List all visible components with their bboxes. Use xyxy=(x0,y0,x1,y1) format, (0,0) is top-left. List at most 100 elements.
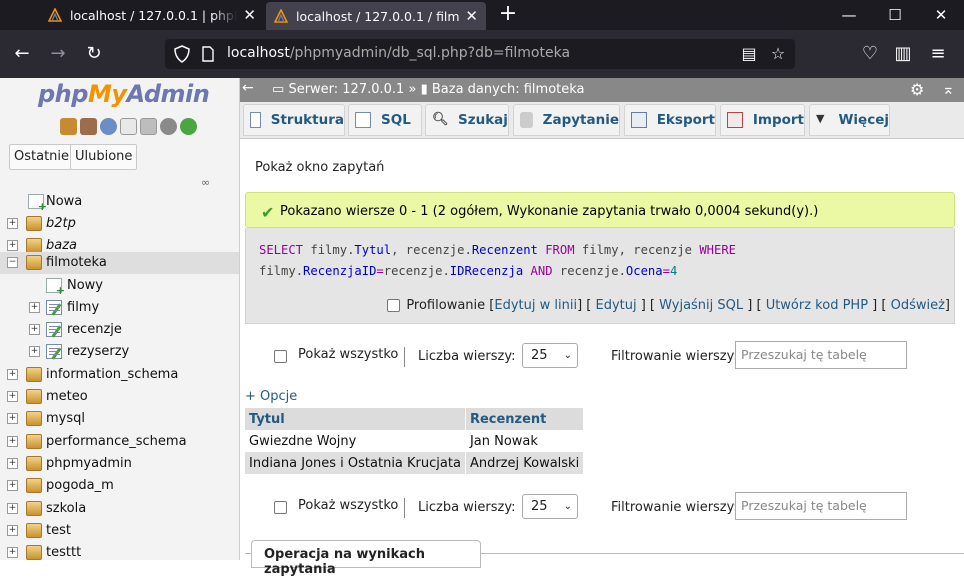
breadcrumb-database[interactable]: Baza danych: filmoteka xyxy=(432,82,585,97)
maximize-icon[interactable]: ☐ xyxy=(872,0,918,30)
expand-icon[interactable]: + xyxy=(7,413,18,424)
page-icon[interactable] xyxy=(201,46,215,62)
expand-icon[interactable]: + xyxy=(7,547,18,558)
recent-tables-button[interactable]: Ostatnie xyxy=(9,144,75,170)
tab-import[interactable]: Import xyxy=(720,104,805,136)
table-row[interactable]: Gwiezdne Wojny Jan Nowak xyxy=(245,430,585,452)
edit-link[interactable]: Edytuj xyxy=(595,298,636,313)
bookmark-star-icon[interactable]: ☆ xyxy=(768,44,788,64)
tree-item-mysql[interactable]: + mysql xyxy=(0,408,239,430)
expand-icon[interactable]: + xyxy=(29,346,40,357)
table-row[interactable]: Indiana Jones i Ostatnia Krucjata Andrze… xyxy=(245,452,585,474)
tree-item-filmoteka[interactable]: − filmoteka xyxy=(0,252,239,274)
tab-search[interactable]: 🔍︎ Szukaj xyxy=(425,104,509,136)
tab-export[interactable]: Eksport xyxy=(624,104,716,136)
tab-sql[interactable]: SQL xyxy=(348,104,422,136)
browser-tab-phpmyadmin[interactable]: localhost / 127.0.0.1 | phpMyAdmin ✕ xyxy=(40,0,264,30)
minimize-icon[interactable]: — xyxy=(826,0,872,30)
expand-icon[interactable]: + xyxy=(7,369,18,380)
tree-item-b2tp[interactable]: + b2tp xyxy=(0,213,239,235)
show-all-label[interactable]: Pokaż wszystko xyxy=(298,347,398,362)
filter-rows-input[interactable]: Przeszukaj tę tabelę xyxy=(735,492,907,520)
expand-icon[interactable]: + xyxy=(29,324,40,335)
tree-item-phpmyadmin[interactable]: + phpmyadmin xyxy=(0,453,239,475)
tree-item-pogoda-m[interactable]: + pogoda_m xyxy=(0,475,239,497)
refresh-link[interactable]: Odśwież xyxy=(891,298,945,313)
reader-view-icon[interactable]: ▤ xyxy=(739,44,759,64)
collapse-navigation-icon[interactable]: ← xyxy=(242,80,254,96)
phpmyadmin-logo[interactable]: phpMyAdmin xyxy=(38,80,210,108)
tree-item-performance-schema[interactable]: + performance_schema xyxy=(0,431,239,453)
tab-more[interactable]: ▼ Więcej xyxy=(809,104,890,136)
options-toggle[interactable]: + Opcje xyxy=(245,389,297,404)
docs-icon[interactable] xyxy=(120,118,137,135)
expand-icon[interactable]: + xyxy=(7,218,18,229)
forward-icon[interactable]: → xyxy=(45,41,71,67)
settings-gear-icon[interactable] xyxy=(160,118,177,135)
tree-item-testtt[interactable]: + testtt xyxy=(0,542,239,560)
browser-tab-filmoteka[interactable]: localhost / 127.0.0.1 / filmoteka ✕ xyxy=(266,2,486,30)
close-tab-icon[interactable]: ✕ xyxy=(243,6,256,24)
database-icon xyxy=(26,478,42,493)
tree-item-rezyserzy[interactable]: + rezyserzy xyxy=(0,341,239,363)
show-all-label[interactable]: Pokaż wszystko xyxy=(298,498,398,513)
rows-count-select[interactable]: 25 ⌄ xyxy=(522,494,578,519)
help-icon[interactable] xyxy=(100,118,117,135)
close-tab-icon[interactable]: ✕ xyxy=(465,7,478,25)
explain-sql-link[interactable]: Wyjaśnij SQL xyxy=(659,298,743,313)
edit-inline-link[interactable]: Edytuj w linii xyxy=(494,298,577,313)
back-icon[interactable]: ← xyxy=(9,41,35,67)
link-icon[interactable]: ∞ xyxy=(201,176,215,189)
column-header-tytul[interactable]: Tytul xyxy=(245,408,466,430)
show-query-box-link[interactable]: Pokaż okno zapytań xyxy=(255,160,384,175)
collapse-top-icon[interactable]: ⌅ xyxy=(942,80,955,98)
table-cell[interactable]: Andrzej Kowalski xyxy=(465,452,585,474)
profiling-checkbox[interactable] xyxy=(387,299,401,312)
tab-structure[interactable]: Struktura xyxy=(243,104,345,136)
menu-icon[interactable]: ≡ xyxy=(925,41,951,67)
expand-icon[interactable]: + xyxy=(7,503,18,514)
sql-query-text[interactable]: SELECT filmy.Tytul, recenzje.Recenzent F… xyxy=(259,240,736,282)
create-php-code-link[interactable]: Utwórz kod PHP xyxy=(766,298,868,313)
tree-item-filmy[interactable]: + filmy xyxy=(0,297,239,319)
column-header-recenzent[interactable]: Recenzent xyxy=(465,408,585,430)
logout-icon[interactable] xyxy=(80,118,97,135)
tab-query[interactable]: Zapytanie xyxy=(513,104,620,136)
tree-item-test[interactable]: + test xyxy=(0,520,239,542)
filter-rows-input[interactable]: Przeszukaj tę tabelę xyxy=(735,341,907,369)
reload-navigation-icon[interactable] xyxy=(180,118,197,135)
show-all-checkbox[interactable] xyxy=(274,501,287,514)
rows-count-select[interactable]: 25 ⌄ xyxy=(522,343,578,368)
favorite-tables-button[interactable]: Ulubione xyxy=(70,144,138,170)
expand-icon[interactable]: + xyxy=(7,480,18,491)
pocket-icon[interactable]: ♡ xyxy=(857,41,883,67)
expand-icon[interactable]: + xyxy=(7,525,18,536)
show-all-checkbox[interactable] xyxy=(274,350,287,363)
new-tab-icon[interactable]: + xyxy=(494,2,522,28)
expand-icon[interactable]: + xyxy=(29,302,40,313)
expand-icon[interactable]: + xyxy=(7,436,18,447)
tree-item-recenzje[interactable]: + recenzje xyxy=(0,319,239,341)
settings-gear-icon[interactable]: ⚙ xyxy=(910,80,924,99)
table-cell[interactable]: Jan Nowak xyxy=(465,430,585,452)
tree-item-meteo[interactable]: + meteo xyxy=(0,386,239,408)
table-cell[interactable]: Indiana Jones i Ostatnia Krucjata xyxy=(245,452,466,474)
window-icon[interactable] xyxy=(140,118,157,135)
collapse-icon[interactable]: − xyxy=(7,257,18,268)
home-icon[interactable] xyxy=(60,118,77,135)
library-icon[interactable]: ▥ xyxy=(890,41,916,67)
breadcrumb-server[interactable]: Serwer: 127.0.0.1 xyxy=(288,82,404,97)
tree-item-information-schema[interactable]: + information_schema xyxy=(0,364,239,386)
tree-item-szkola[interactable]: + szkola xyxy=(0,498,239,520)
reload-icon[interactable]: ↻ xyxy=(81,41,107,67)
expand-icon[interactable]: + xyxy=(7,391,18,402)
address-bar[interactable]: localhost/phpmyadmin/db_sql.php?db=filmo… xyxy=(165,39,795,69)
url-text[interactable]: localhost/phpmyadmin/db_sql.php?db=filmo… xyxy=(227,45,570,61)
table-cell[interactable]: Gwiezdne Wojny xyxy=(245,430,466,452)
close-window-icon[interactable]: ✕ xyxy=(918,0,964,30)
expand-icon[interactable]: + xyxy=(7,458,18,469)
tree-item-new-database[interactable]: Nowa xyxy=(0,191,239,213)
tree-item-filmoteka-new-table[interactable]: Nowy xyxy=(0,275,239,297)
expand-icon[interactable]: + xyxy=(7,240,18,251)
shield-icon[interactable] xyxy=(173,45,191,63)
